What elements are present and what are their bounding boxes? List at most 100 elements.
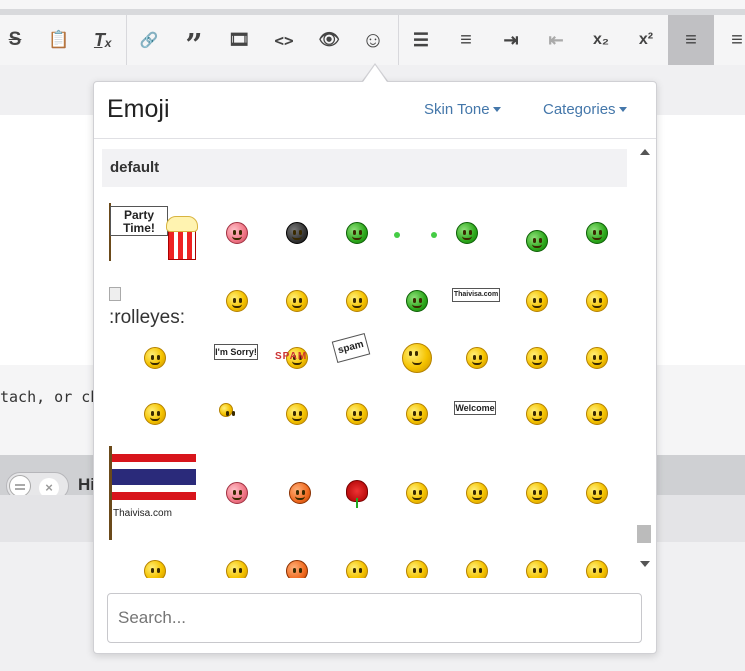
emoji-smiley[interactable] [209,393,249,433]
emoji-smiley[interactable] [456,337,496,377]
link-button[interactable]: 🔗 [134,20,164,60]
emoji-smiley[interactable] [516,550,556,578]
emoji-smiley[interactable] [134,393,174,433]
preview-icon: 👁 [318,30,340,49]
popup-caret-fill [363,65,387,82]
emoji-face [526,290,548,312]
emoji-smiley[interactable] [576,472,616,512]
emoji-smiley[interactable] [134,550,174,578]
top-strip [0,0,745,9]
numbered-list-button[interactable]: ≡ [451,20,481,60]
scroll-down-icon[interactable] [640,561,650,567]
clear-format-icon: Tₓ [93,29,113,50]
bullet-list-button[interactable]: ☰ [406,20,436,60]
scrollbar-thumb[interactable] [637,525,651,543]
code-button[interactable]: <> [269,20,299,60]
emoji-face [226,482,248,504]
emoji-smiley[interactable] [134,337,174,377]
emoji-smiley[interactable] [276,280,316,320]
emoji-smiley[interactable] [276,393,316,433]
skin-tone-menu[interactable]: Skin Tone [424,101,501,118]
superscript-button[interactable]: x² [631,20,661,60]
emoji-list: default Party Time! :rolleyes: Thaivisa.… [94,140,634,578]
emoji-smiley[interactable] [456,550,496,578]
emoji-smiley[interactable] [216,212,256,252]
emoji-face [526,403,548,425]
skin-tone-label: Skin Tone [424,101,490,118]
emoji-face [526,482,548,504]
rose-emoji[interactable] [336,470,376,510]
emoji-smiley[interactable] [396,472,436,512]
flag-stripes [112,454,196,500]
emoji-smiley[interactable] [336,393,376,433]
thailand-flag-emoji[interactable]: Thaivisa.com [109,446,199,540]
emoji-smiley[interactable] [276,212,316,252]
emoji-smiley[interactable] [516,337,556,377]
popcorn-top [166,216,198,232]
emoji-smiley[interactable] [336,212,376,252]
emoji-smiley[interactable] [396,550,436,578]
welcome-sign-emoji[interactable]: Welcome [454,401,496,415]
im-sorry-sign-emoji[interactable]: I'm Sorry! [214,344,258,360]
strikethrough-icon: S [8,29,22,50]
emoji-smiley[interactable] [276,550,316,578]
emoji-smiley[interactable] [516,280,556,320]
emoji-smiley[interactable] [576,280,616,320]
quote-button[interactable]: ” [179,20,209,61]
emoji-smiley[interactable] [216,472,256,512]
emoji-smiley[interactable] [396,393,436,433]
emoji-smiley[interactable] [576,393,616,433]
align-justify-button[interactable]: ≡ [722,20,745,60]
emoji-smiley[interactable] [516,220,556,260]
party-time-emoji[interactable]: Party Time! [110,206,168,236]
emoji-face [144,347,166,369]
emoji-smiley[interactable] [336,550,376,578]
emoji-face [286,222,308,244]
popcorn-emoji[interactable] [164,216,200,260]
spam-label-emoji[interactable]: SPAM [275,351,307,362]
align-left-icon: ≡ [685,28,697,51]
media-button[interactable]: 🎞 [224,20,254,60]
emoji-face [289,482,311,504]
emoji-smiley[interactable] [396,337,436,377]
rolleyes-broken-image[interactable]: :rolleyes: [109,282,185,330]
emoji-smiley[interactable] [456,472,496,512]
emoji-smiley[interactable] [576,337,616,377]
emoji-smiley[interactable] [336,280,376,320]
scroll-up-icon[interactable] [640,149,650,155]
emoji-smiley[interactable] [216,550,256,578]
emoji-smiley[interactable] [376,214,416,254]
emoji-smiley[interactable] [576,550,616,578]
spam-sign-emoji[interactable]: spam [331,332,371,364]
emoji-smiley[interactable] [396,280,436,320]
emoji-scrollbar[interactable] [634,140,654,578]
emoji-button[interactable]: ☺ [358,20,388,60]
align-left-button[interactable]: ≡ [676,20,706,60]
indent-button[interactable]: ⇥ [496,20,526,60]
emoji-face [286,403,308,425]
emoji-face [586,290,608,312]
strikethrough-button[interactable]: S [0,20,30,60]
emoji-smiley[interactable] [446,212,486,252]
emoji-smiley[interactable] [516,472,556,512]
paste-button[interactable]: 📋 [44,20,74,60]
superscript-icon: x² [638,31,654,48]
emoji-smiley[interactable] [516,393,556,433]
bullet-list-icon: ☰ [412,29,430,50]
thaivisa-sign-emoji[interactable]: Thaivisa.com [452,288,500,302]
emoji-face [226,222,248,244]
preview-button[interactable]: 👁 [314,20,344,60]
emoji-search-input[interactable] [107,593,642,643]
emoji-face [144,403,166,425]
numbered-list-icon: ≡ [460,28,472,51]
subscript-button[interactable]: x₂ [586,20,616,60]
emoji-face [226,560,248,578]
clear-format-button[interactable]: Tₓ [88,20,118,60]
categories-menu[interactable]: Categories [543,101,627,118]
emoji-smiley[interactable] [216,280,256,320]
emoji-smiley[interactable] [279,472,319,512]
emoji-face [586,482,608,504]
emoji-face [346,222,368,244]
emoji-smiley[interactable] [576,212,616,252]
outdent-button[interactable]: ⇤ [541,20,571,60]
